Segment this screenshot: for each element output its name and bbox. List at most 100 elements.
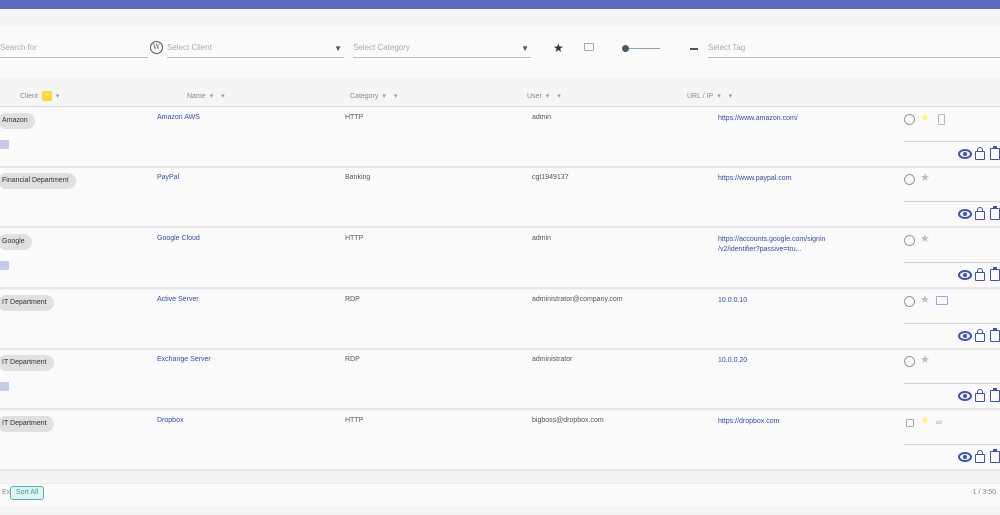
footer-chip-button[interactable]: Sort All: [10, 486, 45, 500]
entry-category: RDP: [345, 356, 360, 363]
entry-url-line2[interactable]: /v2/identifier?passive=tru...: [718, 246, 801, 253]
eye-icon[interactable]: [958, 270, 972, 280]
column-category[interactable]: Category ▾ ▾: [350, 92, 400, 100]
entry-url-line1[interactable]: https://accounts.google.com/signin: [718, 236, 825, 243]
eye-icon[interactable]: [958, 391, 972, 401]
row-divider: [904, 383, 1000, 384]
clipboard-icon[interactable]: [990, 267, 1000, 281]
client-chip[interactable]: IT Department: [0, 416, 54, 432]
star-icon[interactable]: ★: [920, 416, 930, 427]
star-icon[interactable]: ★: [920, 234, 930, 245]
client-chip[interactable]: Financial Department: [0, 173, 76, 189]
client-select-placeholder: Select Client: [167, 43, 212, 52]
tag-select[interactable]: Select Tag: [708, 42, 1000, 58]
entry-category: RDP: [345, 296, 360, 303]
clipboard-icon[interactable]: [990, 146, 1000, 160]
entry-name-link[interactable]: Exchange Server: [157, 356, 211, 363]
eye-icon[interactable]: [958, 149, 972, 159]
lock-icon[interactable]: [975, 147, 985, 160]
entry-url-line1[interactable]: 10.0.0.10: [718, 297, 747, 304]
table-row[interactable]: IT Department Dropbox HTTP bigboss@dropbox.…: [0, 411, 1000, 471]
client-chip[interactable]: IT Department: [0, 295, 54, 311]
clock-icon[interactable]: [904, 235, 915, 246]
column-user[interactable]: User ▾ ▾: [527, 92, 564, 100]
clock-icon[interactable]: [904, 296, 915, 307]
table-row[interactable]: Google Google Cloud HTTP admin https://accou…: [0, 229, 1000, 289]
clock-icon[interactable]: [904, 356, 915, 367]
client-chip[interactable]: IT Department: [0, 355, 54, 371]
clipboard-icon[interactable]: [990, 388, 1000, 402]
link-icon[interactable]: ∞: [936, 417, 942, 427]
table-row[interactable]: Amazon Amazon AWS HTTP admin https://www.ama…: [0, 108, 1000, 168]
eye-icon[interactable]: [958, 452, 972, 462]
clipboard-icon[interactable]: [990, 449, 1000, 463]
entry-url-link[interactable]: https://www.amazon.com/: [718, 114, 798, 124]
entry-url-line1[interactable]: https://www.amazon.com/: [718, 115, 798, 122]
star-icon[interactable]: ★: [920, 295, 930, 306]
entry-url-line1[interactable]: 10.0.0.20: [718, 357, 747, 364]
entry-name-link[interactable]: Google Cloud: [157, 235, 200, 242]
entry-name-link[interactable]: Dropbox: [157, 417, 183, 424]
entry-url-link[interactable]: https://accounts.google.com/signin/v2/id…: [718, 235, 825, 255]
view-slider-knob[interactable]: [622, 45, 629, 52]
sort-icon[interactable]: ▾ ▾: [717, 93, 735, 100]
lock-icon[interactable]: [906, 419, 914, 427]
entry-url-line1[interactable]: https://dropbox.com: [718, 418, 779, 425]
client-chip[interactable]: Amazon: [0, 113, 35, 129]
table-row[interactable]: Financial Department PayPal Banking cgt1949…: [0, 168, 1000, 228]
clipboard-icon[interactable]: [990, 206, 1000, 220]
sort-icon[interactable]: ▾ ▾: [546, 93, 564, 100]
entry-name-link[interactable]: PayPal: [157, 174, 179, 181]
entry-url-link[interactable]: 10.0.0.20: [718, 356, 747, 366]
sort-icon[interactable]: ▾ ▾: [210, 93, 228, 100]
clipboard-icon[interactable]: [938, 114, 945, 125]
sort-icon[interactable]: ▾ ▾: [382, 93, 400, 100]
footer-left-text: Ex: [2, 489, 11, 496]
entry-url-link[interactable]: https://www.paypal.com: [718, 174, 792, 184]
eye-icon[interactable]: [958, 209, 972, 219]
tag-square-icon[interactable]: [0, 382, 9, 391]
tag-square-icon[interactable]: [0, 261, 9, 270]
star-icon[interactable]: ★: [920, 173, 930, 184]
clipboard-icon[interactable]: [990, 328, 1000, 342]
entry-name-link[interactable]: Amazon AWS: [157, 114, 200, 121]
lock-icon[interactable]: [975, 207, 985, 220]
eye-icon[interactable]: [958, 331, 972, 341]
clock-icon[interactable]: [904, 174, 915, 185]
entry-url-line1[interactable]: https://www.paypal.com: [718, 175, 792, 182]
view-slider-track[interactable]: [628, 48, 660, 49]
table-footer: [0, 483, 1000, 506]
search-input[interactable]: Search for: [0, 42, 148, 58]
lock-icon[interactable]: [975, 268, 985, 281]
entry-name-link[interactable]: Active Server: [157, 296, 199, 303]
favorites-filter-star-icon[interactable]: ★: [553, 41, 564, 55]
table-row[interactable]: IT Department Active Server RDP administrat…: [0, 290, 1000, 350]
client-add-icon[interactable]: +: [41, 91, 52, 101]
client-chip[interactable]: Google: [0, 234, 32, 250]
minus-icon[interactable]: [690, 48, 698, 50]
row-divider: [904, 141, 1000, 142]
sort-icon[interactable]: ▾: [56, 93, 63, 100]
row-divider: [904, 323, 1000, 324]
card-view-icon[interactable]: [584, 43, 594, 51]
chevron-down-icon: ▼: [521, 44, 529, 53]
message-icon[interactable]: [936, 296, 948, 305]
client-select[interactable]: Select Client ▼: [167, 42, 344, 58]
lock-icon[interactable]: [975, 450, 985, 463]
entry-url-link[interactable]: https://dropbox.com: [718, 417, 779, 427]
star-icon[interactable]: ★: [920, 355, 930, 366]
entry-url-link[interactable]: 10.0.0.10: [718, 296, 747, 306]
column-name[interactable]: Name ▾ ▾: [187, 92, 228, 100]
star-icon[interactable]: ★: [920, 113, 930, 124]
wordpress-icon[interactable]: W: [150, 41, 163, 54]
tag-square-icon[interactable]: [0, 140, 9, 149]
column-url[interactable]: URL / IP ▾ ▾: [687, 92, 735, 100]
category-select-placeholder: Select Category: [353, 43, 410, 52]
table-row[interactable]: IT Department Exchange Server RDP administr…: [0, 350, 1000, 410]
category-select[interactable]: Select Category ▼: [353, 42, 531, 58]
clock-icon[interactable]: [904, 114, 915, 125]
lock-icon[interactable]: [975, 389, 985, 402]
column-client[interactable]: Client + ▾: [20, 91, 62, 101]
lock-icon[interactable]: [975, 329, 985, 342]
entry-user: administrator@company.com: [532, 296, 623, 303]
